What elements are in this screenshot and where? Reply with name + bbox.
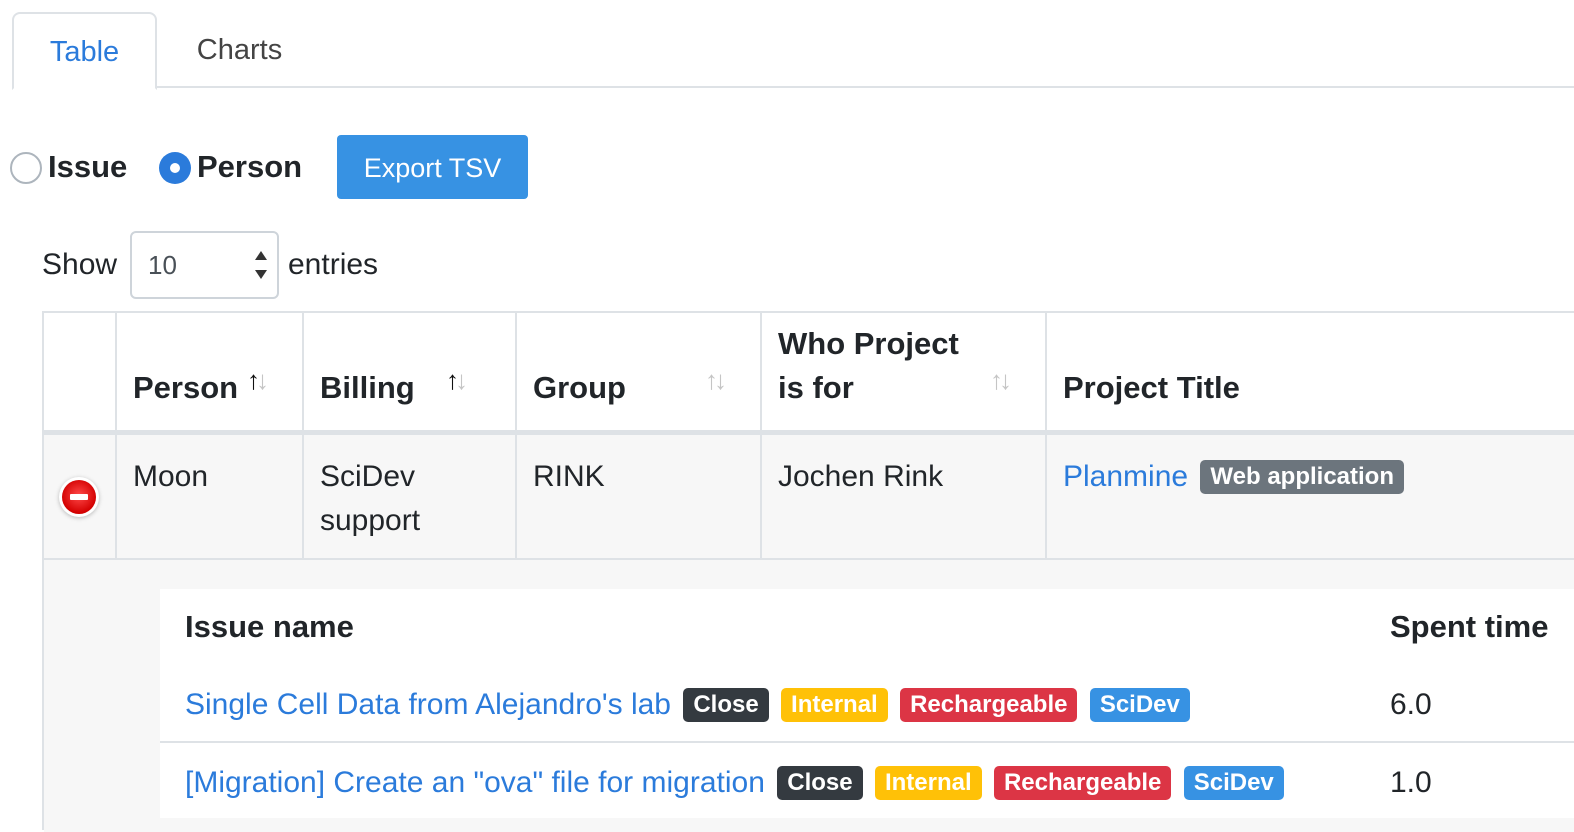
sort-icon: ↑↓ — [990, 365, 1012, 395]
column-header-label: Person — [133, 370, 239, 405]
issue-link[interactable]: [Migration] Create an "ova" file for mig… — [185, 766, 765, 799]
status-badge: Close — [777, 766, 863, 800]
internal-badge: Internal — [874, 766, 982, 800]
column-header-label: Billing — [320, 370, 415, 405]
issue-cell: [Migration] Create an "ova" file for mig… — [185, 745, 1284, 821]
person-radio-label[interactable]: Person — [197, 135, 302, 199]
status-badge: Close — [683, 688, 769, 722]
tab-bar: Table Charts — [12, 12, 1574, 90]
entries-label: entries — [288, 248, 379, 281]
rechargeable-badge: Rechargeable — [900, 688, 1078, 722]
column-header-who-project-is-for[interactable]: Who Project is for ↑↓ — [762, 313, 1047, 430]
internal-badge: Internal — [781, 688, 888, 722]
spent-time-cell: 6.0 — [1390, 688, 1432, 721]
sort-asc-icon: ↑↓ — [446, 365, 468, 395]
issue-row: [Migration] Create an "ova" file for mig… — [160, 745, 1574, 821]
collapse-row-icon[interactable] — [62, 480, 96, 514]
issue-link[interactable]: Single Cell Data from Alejandro's lab — [185, 688, 671, 721]
project-title-cell: Planmine Web application — [1047, 435, 1574, 558]
column-header-billing[interactable]: Billing ↑↓ — [304, 313, 517, 430]
column-header-project-title[interactable]: Project Title — [1047, 313, 1574, 430]
export-tsv-button[interactable]: Export TSV — [337, 135, 528, 199]
expand-cell — [44, 435, 117, 558]
show-label: Show — [42, 248, 118, 281]
column-header-label: Project Title — [1063, 370, 1240, 405]
who-project-is-for-cell: Jochen Rink — [762, 435, 1047, 558]
issue-name-header: Issue name — [185, 609, 354, 644]
sort-asc-icon: ↑↓ — [247, 365, 269, 395]
project-type-badge: Web application — [1200, 460, 1404, 494]
issue-radio-label[interactable]: Issue — [48, 135, 127, 199]
column-header-expand — [44, 313, 117, 430]
select-arrows-icon — [255, 251, 267, 279]
person-cell: Moon — [117, 435, 304, 558]
issue-row: Single Cell Data from Alejandro's lab Cl… — [160, 667, 1574, 743]
sort-icon: ↑↓ — [705, 365, 727, 395]
spent-time-header: Spent time — [1390, 609, 1549, 644]
table-header: Person ↑↓ Billing ↑↓ Group ↑↓ Who Projec… — [44, 313, 1574, 435]
billing-cell: SciDev support — [304, 435, 517, 558]
person-radio[interactable] — [159, 152, 191, 184]
issue-subtable: Issue name Spent time Single Cell Data f… — [160, 589, 1574, 818]
scidev-badge: SciDev — [1183, 766, 1284, 800]
issue-radio[interactable] — [10, 152, 42, 184]
tab-charts[interactable]: Charts — [157, 12, 322, 88]
issues-table: Person ↑↓ Billing ↑↓ Group ↑↓ Who Projec… — [42, 311, 1574, 832]
rechargeable-badge: Rechargeable — [993, 766, 1172, 800]
tab-table[interactable]: Table — [12, 12, 157, 90]
group-cell: RINK — [517, 435, 762, 558]
column-header-person[interactable]: Person ↑↓ — [117, 313, 304, 430]
project-link[interactable]: Planmine — [1063, 460, 1188, 493]
column-header-label: Who Project is for — [778, 326, 959, 405]
issue-cell: Single Cell Data from Alejandro's lab Cl… — [185, 667, 1190, 743]
scidev-badge: SciDev — [1089, 688, 1190, 722]
page-length-value: 10 — [148, 250, 177, 280]
row-details: Issue name Spent time Single Cell Data f… — [44, 560, 1574, 832]
table-row: Moon SciDev support RINK Jochen Rink Pla… — [44, 435, 1574, 560]
spent-time-cell: 1.0 — [1390, 766, 1432, 799]
column-header-group[interactable]: Group ↑↓ — [517, 313, 762, 430]
column-header-label: Group — [533, 370, 626, 405]
page-length-select[interactable]: 10 — [130, 231, 279, 299]
